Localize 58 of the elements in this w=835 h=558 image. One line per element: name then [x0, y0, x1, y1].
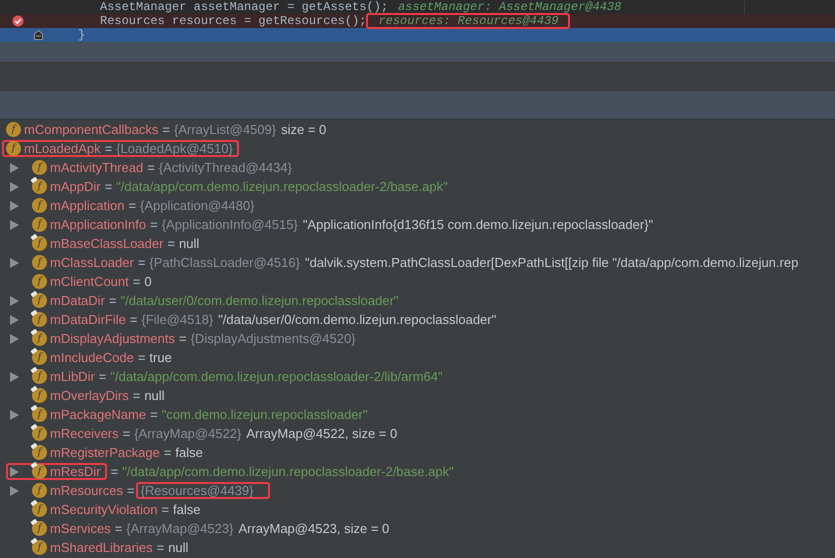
final-field-icon: f: [32, 502, 47, 517]
final-field-icon: f: [32, 407, 47, 422]
code-text: Resources resources = getResources();: [99, 14, 366, 28]
final-field-icon: f: [32, 350, 47, 365]
field-icon: f: [32, 483, 47, 498]
variable-entry: mPackageName = "com.demo.lizejun.repoclassloader": [50, 407, 368, 422]
variable-entry: mLibDir = "/data/app/com.demo.lizejun.repoclassloader-2/lib/arm64": [50, 369, 443, 384]
variable-entry: mDisplayAdjustments = {DisplayAdjustments@4520}: [50, 331, 356, 346]
variable-entry: mApplicationInfo = {ApplicationInfo@4515} "ApplicationInfo{d136f15 com.demo.lizejun.repoclassloader}": [50, 217, 654, 232]
variable-entry: mServices = {ArrayMap@4523} ArrayMap@4523, size = 0: [50, 521, 390, 536]
expand-arrow-icon[interactable]: [10, 258, 19, 268]
field-icon: f: [6, 141, 21, 156]
code-text: AssetManager assetManager = getAssets();: [99, 0, 388, 14]
field-icon: f: [32, 160, 47, 175]
final-field-icon: f: [32, 445, 47, 460]
variable-entry: mBaseClassLoader = null: [50, 236, 200, 251]
variable-value: {Resources@4439}: [140, 483, 254, 498]
field-icon: f: [32, 255, 47, 270]
variable-name: mResDir: [50, 464, 101, 479]
variable-entry: mDataDir = "/data/user/0/com.demo.lizejun.repoclassloader": [50, 293, 399, 308]
field-icon: f: [6, 122, 21, 137]
final-field-icon: f: [32, 293, 47, 308]
expand-arrow-icon[interactable]: [10, 372, 19, 382]
variable-entry: mComponentCallbacks = {ArrayList@4509} size = 0: [24, 122, 326, 137]
variable-name: mResources =: [50, 483, 136, 498]
variable-entry: mReceivers = {ArrayMap@4522} ArrayMap@4522, size = 0: [50, 426, 398, 441]
breakpoint-icon[interactable]: [12, 15, 24, 27]
variable-entry: mApplication = {Application@4480}: [50, 198, 254, 213]
inline-value: assetManager: AssetManager@4438: [398, 0, 622, 14]
variable-value: = "/data/app/com.demo.lizejun.repoclassloader-2/base.apk": [110, 464, 454, 479]
expand-arrow-icon[interactable]: [10, 410, 19, 420]
field-icon: f: [32, 217, 47, 232]
variable-entry: mLoadedApk = {LoadedApk@4510}: [24, 141, 233, 156]
final-field-icon: f: [32, 369, 47, 384]
variable-entry: mRegisterPackage = false: [50, 445, 203, 460]
fold-icon[interactable]: [34, 30, 43, 40]
variable-entry: mAppDir = "/data/app/com.demo.lizejun.repoclassloader-2/base.apk": [50, 179, 448, 194]
final-field-icon: f: [32, 388, 47, 403]
final-field-icon: f: [32, 464, 47, 479]
code-text: }: [77, 28, 86, 42]
field-icon: f: [32, 274, 47, 289]
final-field-icon: f: [32, 236, 47, 251]
final-field-icon: f: [32, 521, 47, 536]
final-field-icon: f: [32, 540, 47, 555]
final-field-icon: f: [32, 426, 47, 441]
variable-entry: mIncludeCode = true: [50, 350, 172, 365]
variable-entry: mSecurityViolation = false: [50, 502, 200, 517]
field-icon: f: [32, 198, 47, 213]
final-field-icon: f: [32, 179, 47, 194]
variable-entry: mActivityThread = {ActivityThread@4434}: [50, 160, 292, 175]
inline-value: resources: Resources@4439: [378, 14, 558, 28]
final-field-icon: f: [32, 331, 47, 346]
variable-entry: mClientCount = 0: [50, 274, 152, 289]
variable-entry: mDataDirFile = {File@4518} "/data/user/0/com.demo.lizejun.repoclassloader": [50, 312, 496, 327]
variable-entry: mSharedLibraries = null: [50, 540, 188, 555]
variable-entry: mOverlayDirs = null: [50, 388, 165, 403]
variable-entry: mClassLoader = {PathClassLoader@4516} "dalvik.system.PathClassLoader[DexPathList[[zip file "/data/app/com.demo.lizejun.rep: [50, 255, 798, 270]
final-field-icon: f: [32, 312, 47, 327]
